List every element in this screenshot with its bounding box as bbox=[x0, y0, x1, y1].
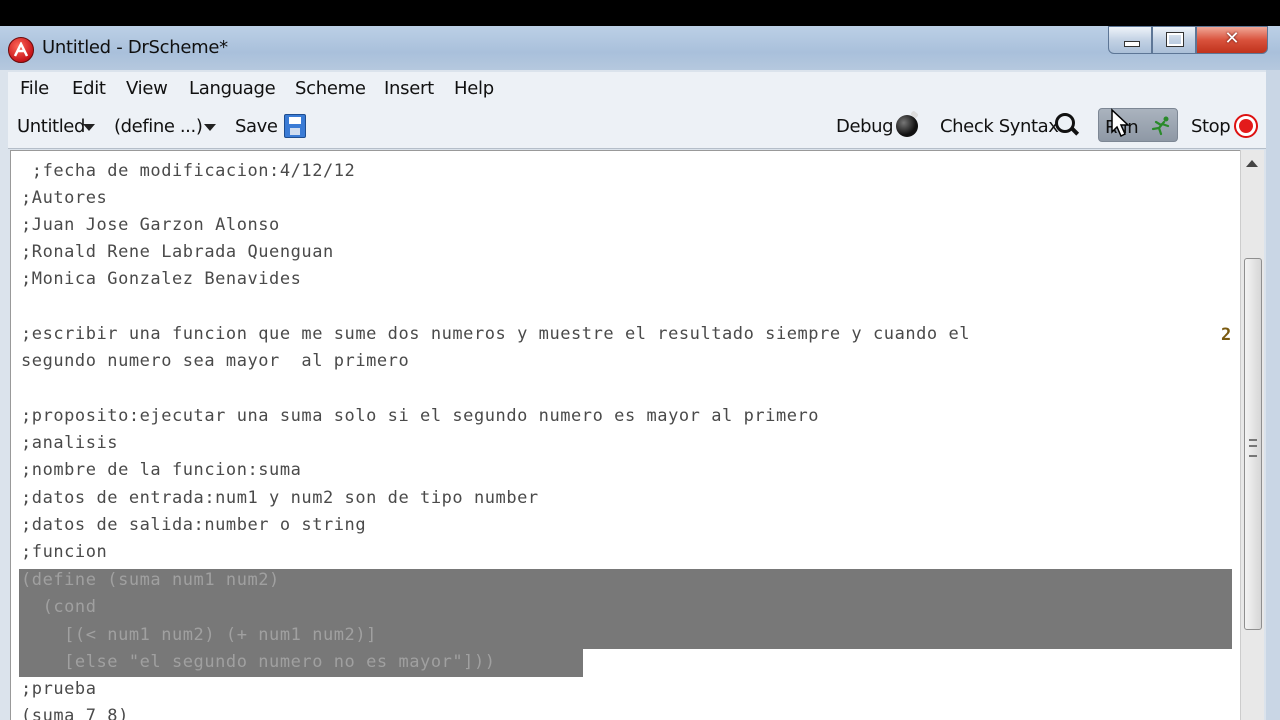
toolbar: Untitled (define ...) Save Debug Check S… bbox=[8, 104, 1266, 149]
define-dropdown[interactable]: (define ...) bbox=[114, 116, 203, 137]
code-line[interactable]: ;Ronald Rene Labrada Quenguan bbox=[21, 242, 334, 262]
stop-button[interactable]: Stop bbox=[1191, 116, 1231, 137]
menu-file[interactable]: File bbox=[20, 78, 49, 99]
code-line[interactable]: (define (suma num1 num2) bbox=[21, 570, 280, 590]
title-bar[interactable]: Untitled - DrScheme* ✕ bbox=[0, 26, 1280, 70]
line-wrap-marker: 2 bbox=[1221, 325, 1232, 345]
debug-button[interactable]: Debug bbox=[836, 116, 894, 137]
running-man-icon bbox=[1151, 116, 1170, 136]
drscheme-window: Untitled - DrScheme* ✕ File Edit View La… bbox=[0, 26, 1280, 720]
close-icon: ✕ bbox=[1224, 28, 1240, 49]
code-line[interactable]: ;analisis bbox=[21, 433, 118, 453]
grip-icon bbox=[1249, 439, 1257, 457]
chevron-down-icon[interactable] bbox=[83, 124, 95, 131]
code-line[interactable]: [(< num1 num2) (+ num1 num2)] bbox=[21, 625, 377, 645]
window-title: Untitled - DrScheme* bbox=[42, 37, 228, 58]
menu-edit[interactable]: Edit bbox=[72, 78, 106, 99]
minimize-button[interactable] bbox=[1108, 26, 1152, 54]
code-line[interactable]: ;nombre de la funcion:suma bbox=[21, 460, 301, 480]
code-line[interactable]: ;Monica Gonzalez Benavides bbox=[21, 269, 301, 289]
maximize-button[interactable] bbox=[1152, 26, 1196, 54]
check-syntax-button[interactable]: Check Syntax bbox=[940, 116, 1059, 137]
code-line[interactable]: ;datos de entrada:num1 y num2 son de tip… bbox=[21, 488, 539, 508]
close-button[interactable]: ✕ bbox=[1196, 26, 1268, 54]
menu-insert[interactable]: Insert bbox=[384, 78, 434, 99]
menu-language[interactable]: Language bbox=[189, 78, 276, 99]
stop-sign-icon[interactable] bbox=[1234, 114, 1258, 138]
code-line[interactable]: ;Juan Jose Garzon Alonso bbox=[21, 215, 280, 235]
menu-bar: File Edit View Language Scheme Insert He… bbox=[8, 72, 1266, 105]
chevron-down-icon[interactable] bbox=[204, 124, 216, 131]
code-line[interactable]: (cond bbox=[21, 597, 97, 617]
menu-help[interactable]: Help bbox=[454, 78, 494, 99]
file-dropdown[interactable]: Untitled bbox=[17, 116, 85, 137]
scroll-up-arrow-icon[interactable] bbox=[1246, 160, 1258, 167]
code-line[interactable]: [else "el segundo numero no es mayor"])) bbox=[21, 652, 496, 672]
code-line[interactable]: ;funcion bbox=[21, 542, 107, 562]
scrollbar-thumb[interactable] bbox=[1244, 258, 1262, 630]
menu-view[interactable]: View bbox=[126, 78, 168, 99]
bomb-icon[interactable] bbox=[896, 115, 918, 137]
floppy-disk-icon[interactable] bbox=[284, 114, 306, 138]
code-line[interactable]: (suma 7 8) bbox=[21, 706, 129, 720]
window-frame bbox=[1266, 70, 1280, 720]
drscheme-logo-icon bbox=[8, 37, 34, 63]
mouse-pointer-icon bbox=[1111, 108, 1130, 138]
vertical-scrollbar[interactable] bbox=[1240, 150, 1264, 720]
code-line[interactable]: ;Autores bbox=[21, 188, 107, 208]
code-line[interactable]: ;prueba bbox=[21, 679, 97, 699]
magnifier-icon[interactable] bbox=[1055, 113, 1075, 133]
definitions-editor[interactable]: ;fecha de modificacion:4/12/12 ;Autores … bbox=[10, 150, 1241, 720]
code-line[interactable]: segundo numero sea mayor al primero bbox=[21, 351, 409, 371]
save-button[interactable]: Save bbox=[235, 116, 278, 137]
code-line[interactable]: ;escribir una funcion que me sume dos nu… bbox=[21, 324, 970, 344]
code-line[interactable]: ;fecha de modificacion:4/12/12 bbox=[21, 161, 355, 181]
code-line[interactable]: ;datos de salida:number o string bbox=[21, 515, 366, 535]
menu-scheme[interactable]: Scheme bbox=[295, 78, 366, 99]
code-line[interactable]: ;proposito:ejecutar una suma solo si el … bbox=[21, 406, 819, 426]
